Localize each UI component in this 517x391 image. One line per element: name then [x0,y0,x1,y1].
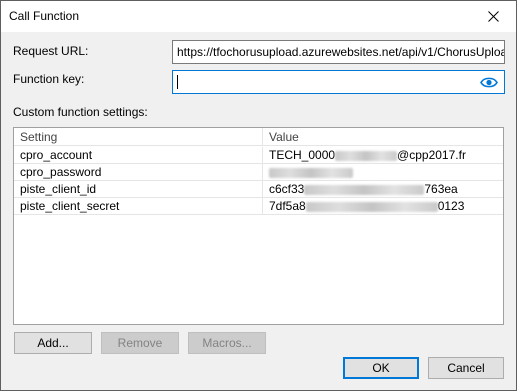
dialog-title: Call Function [9,9,80,23]
text-caret [177,75,178,89]
ok-button[interactable]: OK [343,357,419,379]
setting-cell: piste_client_secret [14,198,263,214]
redacted-text [304,184,425,195]
request-url-input[interactable]: https://tfochorusupload.azurewebsites.ne… [172,40,505,64]
column-header-setting[interactable]: Setting [14,128,263,146]
close-icon [487,11,499,22]
redacted-text [305,201,438,212]
add-button[interactable]: Add... [14,332,92,354]
table-row[interactable]: cpro_account TECH_0000 @cpp2017.fr [14,147,503,164]
redacted-text [269,167,353,178]
value-cell[interactable]: c6cf33 763ea [263,181,503,197]
close-button[interactable] [470,1,516,32]
value-cell[interactable]: TECH_0000 @cpp2017.fr [263,147,503,163]
remove-button[interactable]: Remove [101,332,179,354]
custom-settings-label: Custom function settings: [13,105,148,119]
setting-cell: cpro_account [14,147,263,163]
value-prefix: TECH_0000 [269,148,336,162]
function-key-input[interactable] [172,70,505,94]
redacted-text [335,150,398,161]
table-row[interactable]: piste_client_id c6cf33 763ea [14,181,503,198]
title-bar: Call Function [1,1,516,32]
value-prefix: c6cf33 [269,182,305,196]
call-function-dialog: Call Function Request URL: https://tfoch… [0,0,517,391]
value-prefix: 7df5a8 [269,199,306,213]
grid-header: Setting Value [14,128,503,146]
table-row[interactable]: piste_client_secret 7df5a8 0123 [14,198,503,215]
request-url-label: Request URL: [13,44,89,58]
table-row[interactable]: cpro_password [14,164,503,181]
setting-cell: cpro_password [14,164,263,180]
column-header-value[interactable]: Value [263,128,503,146]
value-suffix: @cpp2017.fr [397,148,466,162]
macros-button[interactable]: Macros... [188,332,266,354]
settings-grid[interactable]: Setting Value cpro_account TECH_0000 @cpp… [13,127,504,325]
cancel-button[interactable]: Cancel [428,357,504,379]
function-key-label: Function key: [13,72,85,86]
eye-icon[interactable] [480,76,498,89]
setting-cell: piste_client_id [14,181,263,197]
value-suffix: 0123 [437,199,465,213]
value-cell[interactable]: 7df5a8 0123 [263,198,503,214]
value-suffix: 763ea [424,182,458,196]
request-url-value: https://tfochorusupload.azurewebsites.ne… [177,45,505,59]
value-cell[interactable] [263,164,503,180]
